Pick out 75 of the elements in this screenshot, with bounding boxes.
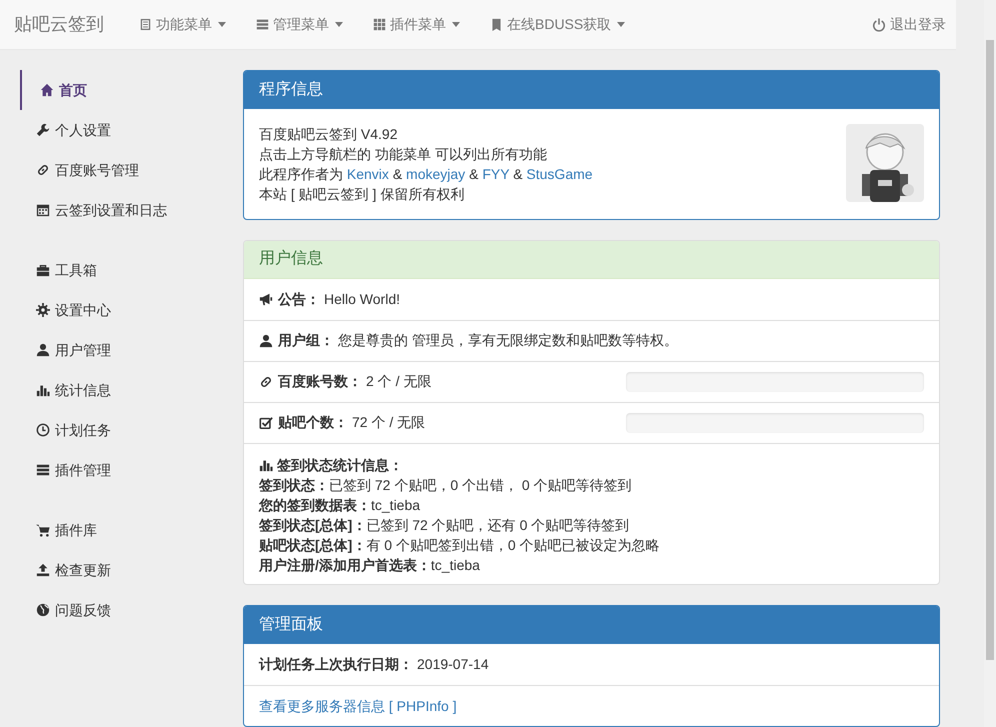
book-icon bbox=[139, 18, 152, 31]
bar-chart-icon bbox=[259, 458, 273, 472]
sidebar-item[interactable]: 云签到设置和日志 bbox=[20, 190, 243, 230]
link-icon bbox=[259, 374, 273, 389]
author-link[interactable]: Kenvix bbox=[346, 166, 389, 182]
author-link[interactable]: StusGame bbox=[526, 166, 593, 182]
sidebar-item[interactable]: 设置中心 bbox=[20, 290, 243, 330]
field-label: 百度账号数： bbox=[278, 372, 362, 392]
brand-link[interactable]: 贴吧云签到 bbox=[14, 11, 104, 38]
caret-icon bbox=[617, 22, 626, 27]
sidebar-item[interactable]: 百度账号管理 bbox=[20, 150, 243, 190]
info-text: & bbox=[469, 166, 478, 182]
caret-icon bbox=[452, 22, 460, 27]
nav-menu[interactable]: 在线BDUSS获取 bbox=[475, 0, 640, 50]
wrench-icon bbox=[36, 123, 50, 137]
field-value: 您是尊贵的 管理员，享有无限绑定数和贴吧数等特权。 bbox=[338, 331, 678, 350]
sidebar-item[interactable]: 问题反馈 bbox=[20, 590, 243, 630]
stats-heading: 签到状态统计信息： bbox=[277, 456, 403, 475]
stats-line: 贴吧状态[总体]：有 0 个贴吧签到出错，0 个贴吧已被设定为忽略 bbox=[259, 536, 661, 555]
megaphone-icon bbox=[259, 292, 273, 306]
calendar-icon bbox=[36, 203, 50, 217]
field-value: 2 个 / 无限 bbox=[366, 372, 432, 392]
grid-icon bbox=[373, 18, 386, 31]
clock-icon bbox=[36, 423, 50, 437]
field-value: 2019-07-14 bbox=[417, 655, 489, 674]
info-text: 此程序作者为 bbox=[259, 166, 343, 182]
field-label: 用户组： bbox=[278, 331, 334, 350]
field-value: 72 个 / 无限 bbox=[352, 413, 426, 432]
stats-line: 用户注册/添加用户首选表：tc_tieba bbox=[259, 556, 481, 575]
info-line: 本站 [ 贴吧云签到 ] 保留所有权利 bbox=[259, 185, 466, 204]
user-icon bbox=[36, 343, 50, 357]
stats-line: 您的签到数据表：tc_tieba bbox=[259, 496, 422, 515]
panel-title: 程序信息 bbox=[259, 80, 323, 100]
briefcase-icon bbox=[36, 263, 50, 277]
sidebar-item[interactable]: 插件库 bbox=[20, 510, 243, 550]
field-label: 计划任务上次执行日期： bbox=[259, 655, 413, 674]
link-icon bbox=[36, 163, 50, 177]
home-icon bbox=[40, 83, 54, 97]
user-icon bbox=[259, 334, 273, 348]
phpinfo-link[interactable]: 查看更多服务器信息 [ PHPInfo ] bbox=[259, 696, 457, 717]
logout-link[interactable]: 退出登录 bbox=[872, 14, 946, 35]
sidebar-item[interactable]: 插件管理 bbox=[20, 450, 243, 490]
caret-icon bbox=[335, 22, 343, 27]
nav-menu[interactable]: 功能菜单 bbox=[124, 0, 241, 50]
stats-line: 签到状态[总体]：已签到 72 个贴吧，还有 0 个贴吧等待签到 bbox=[259, 516, 630, 535]
field-label: 贴吧个数： bbox=[278, 413, 348, 432]
caret-icon bbox=[218, 22, 226, 27]
nav-menu[interactable]: 管理菜单 bbox=[241, 0, 358, 50]
sidebar-item[interactable]: 个人设置 bbox=[20, 110, 243, 150]
settings-icon bbox=[36, 303, 50, 317]
author-link[interactable]: mokeyjay bbox=[406, 166, 466, 182]
cart-icon bbox=[36, 523, 50, 537]
list-icon bbox=[256, 18, 269, 31]
bookmark-icon bbox=[490, 18, 503, 31]
sidebar-item[interactable]: 检查更新 bbox=[20, 550, 243, 590]
list-icon bbox=[36, 463, 50, 477]
sidebar-item[interactable]: 计划任务 bbox=[20, 410, 243, 450]
info-line: 点击上方导航栏的 功能菜单 可以列出所有功能 bbox=[259, 145, 548, 164]
sidebar-item[interactable]: 用户管理 bbox=[20, 330, 243, 370]
nav-menu[interactable]: 插件菜单 bbox=[358, 0, 475, 50]
power-icon bbox=[872, 18, 886, 32]
info-text: & bbox=[392, 166, 402, 182]
panel-title: 用户信息 bbox=[259, 248, 323, 270]
sidebar-item[interactable]: 统计信息 bbox=[20, 370, 243, 410]
stats-line: 签到状态：已签到 72 个贴吧，0 个出错， 0 个贴吧等待签到 bbox=[259, 476, 633, 495]
sidebar-item[interactable]: 工具箱 bbox=[20, 250, 243, 290]
field-value: Hello World! bbox=[324, 290, 400, 309]
panel-title: 管理面板 bbox=[259, 615, 323, 636]
upload-icon bbox=[36, 563, 50, 577]
bar-chart-icon bbox=[36, 383, 50, 397]
author-link[interactable]: FYY bbox=[482, 166, 510, 182]
field-label: 公告： bbox=[278, 290, 320, 309]
info-text: & bbox=[513, 166, 523, 182]
info-line: 百度贴吧云签到 V4.92 bbox=[259, 125, 398, 144]
checkbox-icon bbox=[259, 416, 273, 430]
